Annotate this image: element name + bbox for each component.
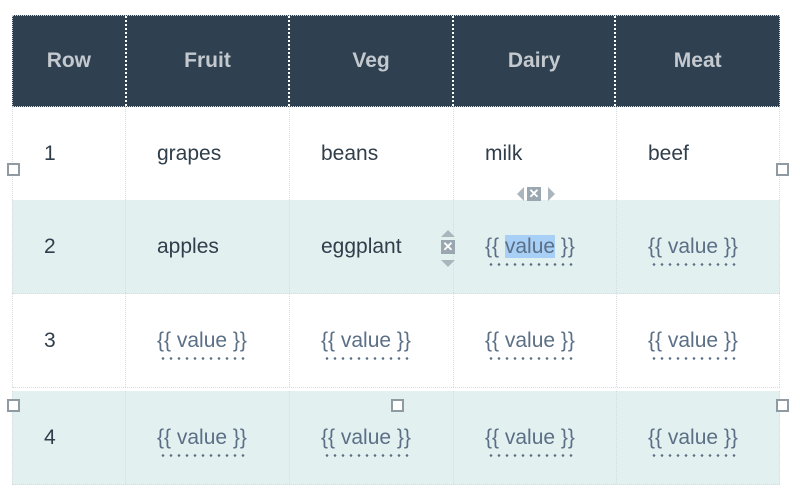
header-veg[interactable]: Veg bbox=[290, 16, 454, 106]
dotted-underline bbox=[650, 356, 736, 360]
header-dairy[interactable]: Dairy bbox=[454, 16, 617, 106]
header-fruit[interactable]: Fruit bbox=[127, 16, 291, 106]
dotted-underline bbox=[159, 453, 245, 457]
resize-handle-right-top[interactable] bbox=[776, 163, 789, 176]
template-placeholder[interactable]: {{ value }} bbox=[648, 235, 738, 266]
cell-veg[interactable]: beans bbox=[290, 107, 454, 200]
cell-veg[interactable]: eggplant bbox=[290, 200, 454, 293]
cell-dairy[interactable]: {{ value }} bbox=[454, 391, 617, 484]
cell-meat[interactable]: {{ value }} bbox=[617, 200, 780, 293]
table-row: 2 apples eggplant {{ value }} {{ value }… bbox=[12, 200, 780, 294]
template-placeholder[interactable]: {{ value }} bbox=[157, 426, 247, 457]
resize-handle-left-bottom[interactable] bbox=[7, 399, 20, 412]
dotted-underline bbox=[323, 356, 409, 360]
template-placeholder[interactable]: {{ value }} bbox=[157, 329, 247, 360]
cell-dairy[interactable]: {{ value }} bbox=[454, 200, 617, 293]
cell-fruit[interactable]: {{ value }} bbox=[126, 391, 290, 484]
template-placeholder[interactable]: {{ value }} bbox=[485, 234, 575, 266]
cell-row-number[interactable]: 4 bbox=[12, 391, 126, 484]
resize-handle-middle-bottom[interactable] bbox=[391, 399, 404, 412]
cell-fruit[interactable]: apples bbox=[126, 200, 290, 293]
delete-column-icon[interactable]: ✕ bbox=[527, 187, 541, 201]
move-column-left-icon[interactable] bbox=[517, 187, 524, 201]
cell-meat[interactable]: {{ value }} bbox=[617, 294, 780, 387]
template-placeholder[interactable]: {{ value }} bbox=[321, 426, 411, 457]
cell-meat[interactable]: beef bbox=[617, 107, 780, 200]
header-row[interactable]: Row bbox=[13, 16, 127, 106]
dotted-underline bbox=[323, 453, 409, 457]
template-placeholder[interactable]: {{ value }} bbox=[648, 426, 738, 457]
move-row-up-icon[interactable] bbox=[441, 230, 455, 237]
table-row: 1 grapes beans milk beef bbox=[12, 107, 780, 201]
header-meat[interactable]: Meat bbox=[616, 16, 779, 106]
cell-fruit[interactable]: {{ value }} bbox=[126, 294, 290, 387]
dotted-underline bbox=[487, 262, 573, 266]
move-row-down-icon[interactable] bbox=[441, 260, 455, 267]
move-column-right-icon[interactable] bbox=[548, 187, 555, 201]
cell-veg[interactable]: {{ value }} bbox=[290, 391, 454, 484]
cell-fruit[interactable]: grapes bbox=[126, 107, 290, 200]
dotted-underline bbox=[487, 356, 573, 360]
dotted-underline bbox=[159, 356, 245, 360]
dotted-underline bbox=[650, 262, 736, 266]
resize-handle-left-top[interactable] bbox=[7, 163, 20, 176]
table-header: Row Fruit Veg Dairy Meat bbox=[12, 15, 780, 107]
template-placeholder[interactable]: {{ value }} bbox=[485, 329, 575, 360]
cell-row-number[interactable]: 3 bbox=[12, 294, 126, 387]
resize-handle-right-bottom[interactable] bbox=[776, 399, 789, 412]
template-placeholder[interactable]: {{ value }} bbox=[321, 329, 411, 360]
dotted-underline bbox=[487, 453, 573, 457]
cell-veg[interactable]: {{ value }} bbox=[290, 294, 454, 387]
cell-dairy[interactable]: {{ value }} bbox=[454, 294, 617, 387]
cell-meat[interactable]: {{ value }} bbox=[617, 391, 780, 484]
cell-row-number[interactable]: 1 bbox=[12, 107, 126, 200]
selected-text: value bbox=[504, 234, 556, 258]
template-placeholder[interactable]: {{ value }} bbox=[648, 329, 738, 360]
cell-row-number[interactable]: 2 bbox=[12, 200, 126, 293]
table-row: 3 {{ value }} {{ value }} {{ value }} {{… bbox=[12, 294, 780, 388]
delete-row-icon[interactable]: ✕ bbox=[441, 240, 455, 254]
dotted-underline bbox=[650, 453, 736, 457]
template-placeholder[interactable]: {{ value }} bbox=[485, 426, 575, 457]
